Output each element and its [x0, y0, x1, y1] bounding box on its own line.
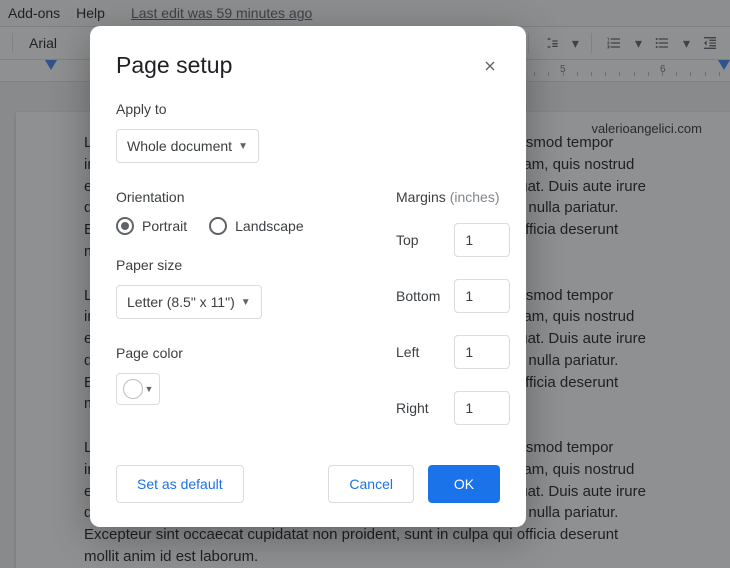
radio-icon — [116, 217, 134, 235]
margin-right-input[interactable] — [454, 391, 510, 425]
chevron-down-icon: ▼ — [145, 384, 154, 394]
margin-left-label: Left — [396, 344, 440, 360]
page-color-select[interactable]: ▼ — [116, 373, 160, 405]
margins-label: Margins — [396, 189, 446, 205]
margin-right-label: Right — [396, 400, 440, 416]
apply-to-select[interactable]: Whole document ▼ — [116, 129, 259, 163]
close-icon[interactable] — [478, 54, 502, 78]
orientation-label: Orientation — [116, 189, 356, 205]
page-color-label: Page color — [116, 345, 356, 361]
paper-size-select[interactable]: Letter (8.5" x 11") ▼ — [116, 285, 262, 319]
apply-to-value: Whole document — [127, 138, 232, 154]
chevron-down-icon: ▼ — [241, 297, 251, 308]
paper-size-label: Paper size — [116, 257, 356, 273]
apply-to-label: Apply to — [116, 101, 500, 117]
margin-top-label: Top — [396, 232, 440, 248]
orientation-landscape-radio[interactable]: Landscape — [209, 217, 304, 235]
set-as-default-button[interactable]: Set as default — [116, 465, 244, 503]
radio-icon — [209, 217, 227, 235]
margin-bottom-label: Bottom — [396, 288, 440, 304]
margins-unit: (inches) — [450, 189, 500, 205]
radio-label: Landscape — [235, 218, 304, 234]
ok-button[interactable]: OK — [428, 465, 500, 503]
paper-size-value: Letter (8.5" x 11") — [127, 294, 235, 310]
cancel-button[interactable]: Cancel — [328, 465, 414, 503]
chevron-down-icon: ▼ — [238, 141, 248, 152]
margin-left-input[interactable] — [454, 335, 510, 369]
margin-bottom-input[interactable] — [454, 279, 510, 313]
radio-label: Portrait — [142, 218, 187, 234]
color-swatch — [123, 379, 143, 399]
margin-top-input[interactable] — [454, 223, 510, 257]
dialog-title: Page setup — [116, 52, 500, 79]
orientation-portrait-radio[interactable]: Portrait — [116, 217, 187, 235]
page-setup-dialog: Page setup Apply to Whole document ▼ Ori… — [90, 26, 526, 527]
